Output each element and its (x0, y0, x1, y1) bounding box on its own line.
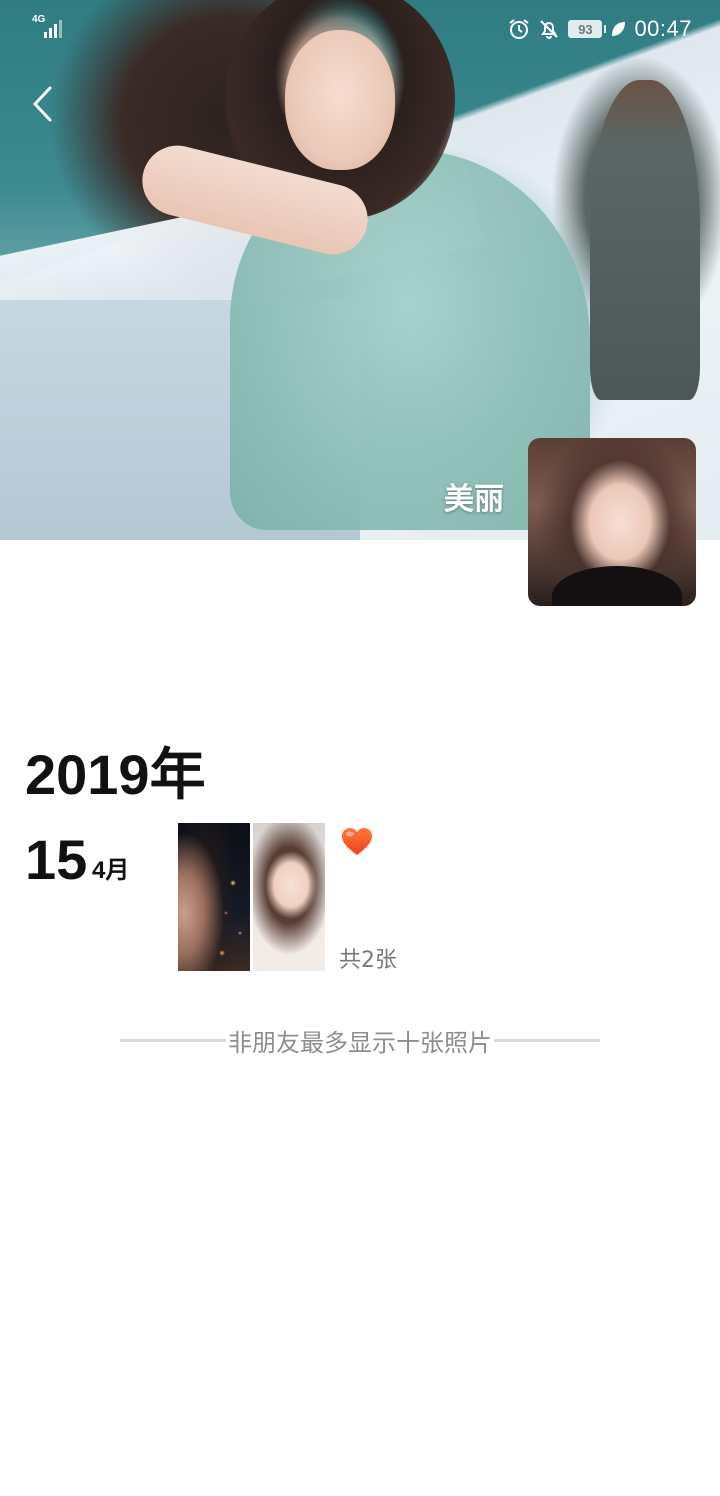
avatar-shirt (552, 566, 682, 606)
leaf-icon (610, 18, 626, 40)
divider-right (494, 1038, 600, 1042)
moment-photo-thumbnail-1[interactable] (178, 823, 250, 971)
status-bar: 4G 93 00:47 (0, 0, 720, 56)
footer-note-text: 非朋友最多显示十张照片 (228, 1028, 492, 1057)
signal-icon (42, 16, 66, 38)
clock: 00:47 (634, 16, 692, 41)
heart-icon (342, 828, 372, 855)
avatar[interactable] (528, 438, 696, 606)
timeline-day: 15 (25, 828, 88, 891)
mute-bell-icon (538, 18, 560, 40)
back-button[interactable] (20, 80, 64, 128)
back-icon (33, 86, 52, 122)
profile-nickname: 美丽 (444, 482, 504, 517)
photo-count: 共2张 (339, 948, 397, 973)
alarm-icon (508, 18, 530, 40)
status-right-group: 93 00:47 (508, 14, 692, 44)
timeline-month: 4月 (92, 857, 130, 884)
divider-left (120, 1038, 226, 1042)
battery-icon: 93 (568, 20, 607, 38)
timeline-year: 2019年 (25, 743, 206, 806)
cover-background-person (590, 80, 700, 400)
battery-level: 93 (578, 21, 593, 37)
moment-photo-thumbnail-2[interactable] (253, 823, 325, 971)
footer-note: 非朋友最多显示十张照片 (120, 1022, 600, 1058)
